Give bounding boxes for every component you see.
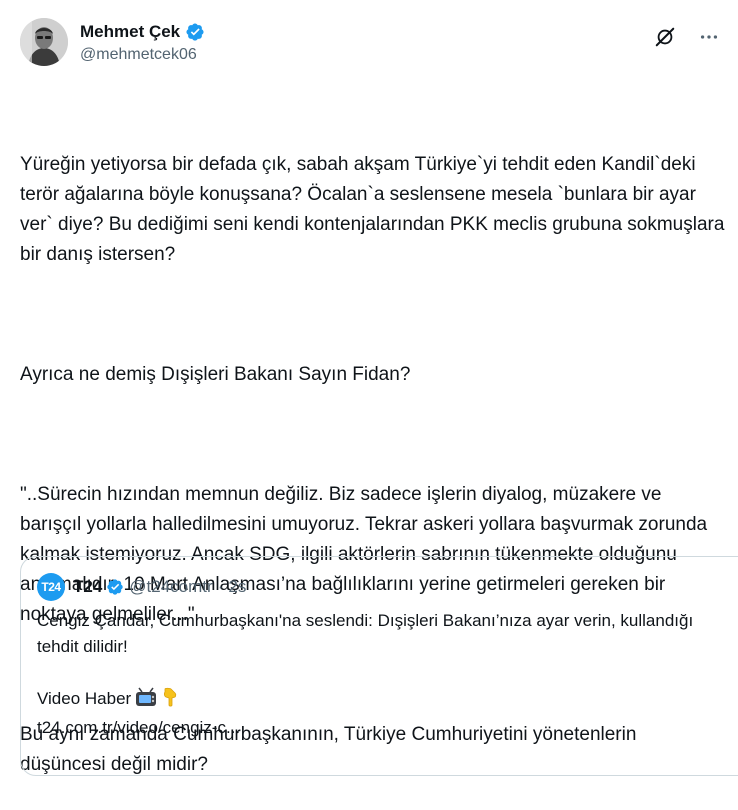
header-actions [654, 26, 720, 48]
verified-badge-icon [106, 578, 124, 596]
tweet-header: Mehmet Çek @mehmetcek06 [20, 18, 720, 74]
pointing-down-icon [161, 687, 179, 715]
tweet-paragraph: Ayrıca ne demiş Dışişleri Bakanı Sayın F… [20, 364, 411, 385]
tweet-paragraph: Yüreğin yetiyorsa bir defada çık, sabah … [20, 154, 730, 265]
quoted-link[interactable]: t24.com.tr/video/cengiz-c... [37, 715, 697, 741]
author-name-row: Mehmet Çek [80, 22, 205, 42]
separator-dot: · [217, 577, 224, 596]
quoted-display-name[interactable]: T24 [73, 577, 102, 597]
grok-icon[interactable] [654, 26, 676, 48]
author-handle[interactable]: @mehmetcek06 [80, 46, 197, 64]
quoted-handle[interactable]: @t24comtr [129, 577, 212, 597]
quoted-video-label: Video Haber [37, 689, 132, 708]
verified-badge-icon [185, 22, 205, 42]
quoted-tweet-text: Cengiz Çandar, Cumhurbaşkanı'na seslendi… [37, 608, 697, 741]
quoted-tweet-header: T24 T24 @t24comtr · 2s [37, 573, 246, 601]
author-display-name[interactable]: Mehmet Çek [80, 22, 180, 42]
avatar[interactable] [20, 18, 68, 66]
quoted-text-line: Video Haber [37, 686, 697, 715]
more-icon[interactable] [698, 26, 720, 48]
quoted-tweet-card[interactable]: T24 T24 @t24comtr · 2s Cengiz Çandar, Cu… [20, 556, 738, 776]
quoted-timestamp[interactable]: 2s [228, 577, 246, 597]
quoted-text-line: Cengiz Çandar, Cumhurbaşkanı'na seslendi… [37, 611, 694, 656]
quoted-avatar[interactable]: T24 [37, 573, 65, 601]
tv-icon [135, 687, 157, 715]
